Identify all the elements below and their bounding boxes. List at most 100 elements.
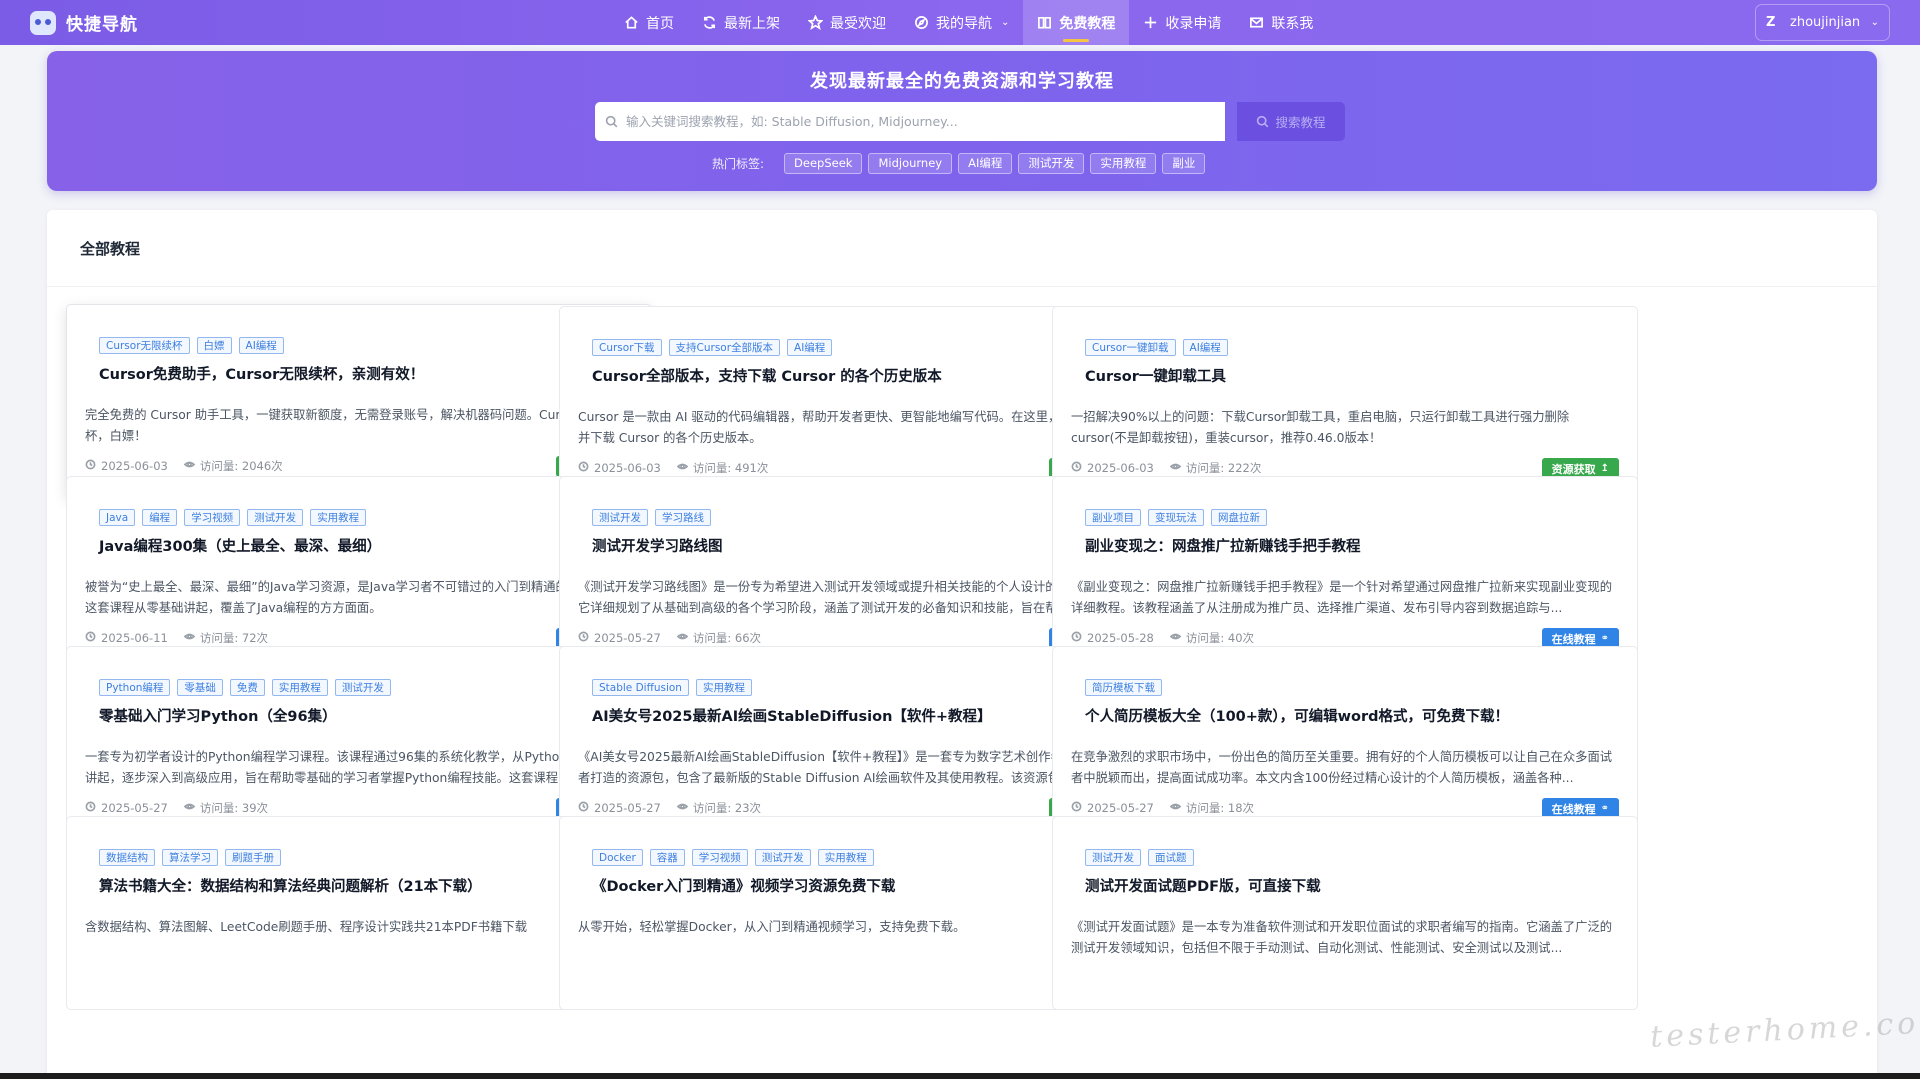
- card-tag[interactable]: 免费: [229, 679, 265, 696]
- nav-free-tutorials[interactable]: 免费教程: [1023, 0, 1130, 45]
- card-tag[interactable]: 简历模板下载: [1085, 679, 1162, 696]
- tutorial-card[interactable]: 简历模板下载 个人简历模板大全（100+款），可编辑word格式，可免费下载！ 在竞…: [1052, 646, 1638, 840]
- hot-tags: 热门标签: DeepSeek Midjourney AI编程 测试开发 实用教程…: [712, 152, 1206, 174]
- clock-icon: [1071, 801, 1082, 815]
- date-text: 2025-05-27: [1087, 801, 1154, 815]
- card-views: 访问量: 66次: [676, 630, 761, 646]
- card-title[interactable]: AI美女号2025最新AI绘画StableDiffusion【软件+教程】: [592, 705, 992, 726]
- card-tag[interactable]: 实用教程: [695, 679, 752, 696]
- card-tag[interactable]: AI编程: [787, 339, 833, 356]
- tutorial-card[interactable]: Cursor一键卸载 AI编程 Cursor一键卸载工具一招解决90%以上的问题：下…: [1052, 306, 1638, 500]
- card-date: 2025-06-11: [85, 630, 168, 646]
- card-tag[interactable]: 学习视频: [184, 509, 241, 526]
- nav-latest[interactable]: 最新上架: [688, 0, 794, 45]
- views-text: 访问量: 2046次: [199, 459, 283, 473]
- card-tag[interactable]: 学习路线: [655, 509, 711, 526]
- user-name: zhoujinjian: [1790, 15, 1861, 30]
- card-tag[interactable]: Docker: [592, 849, 643, 866]
- hot-tag[interactable]: AI编程: [958, 152, 1013, 174]
- card-tag[interactable]: 变现玩法: [1148, 509, 1204, 526]
- card-tag[interactable]: 面试题: [1148, 849, 1194, 866]
- card-tag[interactable]: 网盘拉新: [1211, 509, 1267, 526]
- card-tag[interactable]: 副业项目: [1085, 509, 1141, 526]
- card-tag[interactable]: 支持Cursor全部版本: [668, 339, 781, 356]
- hot-tag[interactable]: 测试开发: [1018, 152, 1085, 174]
- date-text: 2025-06-03: [594, 461, 661, 475]
- card-tag[interactable]: 测试开发: [754, 849, 811, 866]
- card-tag[interactable]: 测试开发: [1085, 849, 1141, 866]
- card-tag[interactable]: AI编程: [1182, 339, 1228, 356]
- card-tag[interactable]: AI编程: [238, 337, 284, 354]
- nav-submit[interactable]: 收录申请: [1129, 0, 1235, 45]
- clock-icon: [85, 459, 96, 473]
- card-tag[interactable]: 实用教程: [817, 849, 874, 866]
- card-title[interactable]: Java编程300集（史上最全、最深、最细）: [99, 535, 381, 556]
- date-text: 2025-06-11: [101, 631, 168, 645]
- user-menu[interactable]: Z zhoujinjian ⌄: [1755, 4, 1890, 41]
- card-tags: 简历模板下载: [1085, 679, 1162, 696]
- card-title[interactable]: Cursor免费助手，Cursor无限续杯，亲测有效！: [99, 363, 424, 384]
- card-tag[interactable]: Python编程: [99, 679, 171, 696]
- card-tag[interactable]: 算法学习: [162, 849, 218, 866]
- nav-home[interactable]: 首页: [610, 0, 688, 45]
- card-tag[interactable]: 零基础: [177, 679, 223, 696]
- card-meta: 2025-05-27 访问量: 18次: [1071, 800, 1254, 816]
- hot-tag[interactable]: 实用教程: [1090, 152, 1157, 174]
- card-tag[interactable]: Cursor一键卸载: [1085, 339, 1176, 356]
- card-date: 2025-06-03: [85, 458, 168, 474]
- card-tag[interactable]: 测试开发: [592, 509, 648, 526]
- card-tag[interactable]: Cursor无限续杯: [99, 337, 190, 354]
- card-title[interactable]: 算法书籍大全：数据结构和算法经典问题解析（21本下载）: [99, 875, 482, 896]
- card-title[interactable]: 零基础入门学习Python（全96集）: [99, 705, 337, 726]
- card-tag[interactable]: 白嫖: [196, 337, 232, 354]
- nav-my-nav[interactable]: 我的导航 ⌄: [900, 0, 1023, 45]
- card-tag[interactable]: 测试开发: [247, 509, 304, 526]
- card-description: 一招解决90%以上的问题：下载Cursor卸载工具，重启电脑，只运行卸载工具进行…: [1071, 410, 1570, 445]
- card-tag[interactable]: 刷题手册: [225, 849, 281, 866]
- card-tag[interactable]: 编程: [142, 509, 178, 526]
- views-text: 访问量: 72次: [199, 631, 269, 645]
- card-tag[interactable]: 测试开发: [334, 679, 391, 696]
- card-tag[interactable]: Cursor下载: [592, 339, 662, 356]
- nav-contact[interactable]: 联系我: [1235, 0, 1327, 45]
- refresh-icon: [702, 15, 717, 30]
- card-title[interactable]: 测试开发学习路线图: [592, 535, 723, 556]
- card-title[interactable]: 个人简历模板大全（100+款），可编辑word格式，可免费下载！: [1085, 705, 1509, 726]
- nav-popular[interactable]: 最受欢迎: [794, 0, 900, 45]
- hot-tag[interactable]: DeepSeek: [784, 152, 863, 174]
- card-tag[interactable]: 容器: [649, 849, 685, 866]
- card-tag[interactable]: 数据结构: [99, 849, 155, 866]
- card-tag[interactable]: 实用教程: [310, 509, 367, 526]
- card-description: 含数据结构、算法图解、LeetCode刷题手册、程序设计实践共21本PDF书籍下…: [85, 920, 527, 934]
- card-title[interactable]: 副业变现之：网盘推广拉新赚钱手把手教程: [1085, 535, 1361, 556]
- card-views: 访问量: 222次: [1169, 460, 1261, 476]
- tutorial-card[interactable]: 测试开发 面试题 测试开发面试题PDF版，可直接下载 《测试开发面试题》是一本专为准备…: [1052, 816, 1638, 1010]
- compass-icon: [914, 15, 929, 30]
- card-title[interactable]: 测试开发面试题PDF版，可直接下载: [1085, 875, 1321, 896]
- card-title[interactable]: Cursor全部版本，支持下载 Cursor 的各个历史版本: [592, 365, 942, 386]
- tutorials-panel: 全部教程 Cursor无限续杯 白嫖 AI编程 Cursor免费助手，Cursor无限…: [47, 210, 1877, 1079]
- search-button-label: 搜索教程: [1275, 115, 1326, 130]
- card-tags: 副业项目 变现玩法 网盘拉新: [1085, 509, 1267, 526]
- card-tag[interactable]: Stable Diffusion: [592, 679, 689, 696]
- hero-title: 发现最新最全的免费资源和学习教程: [810, 71, 1114, 92]
- search-input[interactable]: [626, 114, 1206, 129]
- views-text: 访问量: 18次: [1185, 801, 1255, 815]
- tutorial-card[interactable]: 副业项目 变现玩法 网盘拉新 副业变现之：网盘推广拉新赚钱手把手教程 《副业变现之：网盘…: [1052, 476, 1638, 670]
- search-button[interactable]: 搜索教程: [1237, 102, 1345, 141]
- card-tag[interactable]: 实用教程: [271, 679, 328, 696]
- card-tag[interactable]: 学习视频: [691, 849, 748, 866]
- card-views: 访问量: 40次: [1169, 630, 1254, 646]
- clock-icon: [578, 631, 589, 645]
- card-title[interactable]: Cursor一键卸载工具: [1085, 365, 1226, 386]
- card-meta: 2025-06-11 访问量: 72次: [85, 630, 268, 646]
- logo[interactable]: 快捷导航: [30, 0, 138, 45]
- card-title[interactable]: 《Docker入门到精通》视频学习资源免费下载: [592, 875, 895, 896]
- hot-tag[interactable]: 副业: [1162, 152, 1206, 174]
- eye-icon: [1169, 631, 1182, 645]
- card-tag[interactable]: Java: [99, 509, 136, 526]
- eye-icon: [676, 801, 689, 815]
- hot-tag[interactable]: Midjourney: [868, 152, 953, 174]
- button-label: 资源获取: [1551, 462, 1596, 476]
- card-date: 2025-05-27: [578, 800, 661, 816]
